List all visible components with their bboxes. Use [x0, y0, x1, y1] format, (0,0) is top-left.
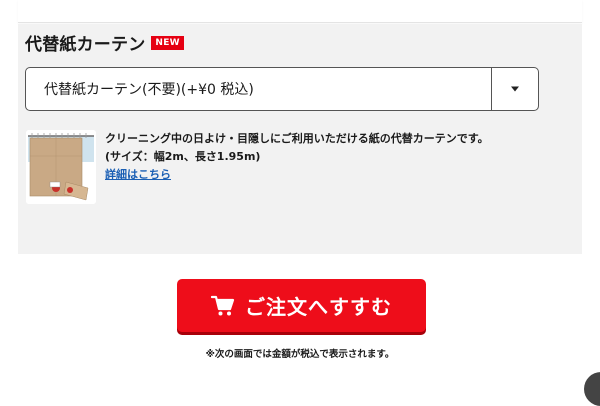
curtain-select[interactable]: 代替紙カーテン(不要)(+¥0 税込) — [25, 67, 539, 111]
size-text: (サイズ：幅2m、長さ1.95m) — [105, 150, 261, 163]
details-link[interactable]: 詳細はこちら — [105, 166, 171, 184]
cart-icon — [211, 295, 235, 315]
section-title: 代替紙カーテン — [25, 35, 146, 55]
proceed-to-order-button[interactable]: ご注文へすすむ — [177, 279, 426, 332]
top-strip — [18, 0, 582, 23]
new-badge: NEW — [151, 35, 184, 50]
curtain-illustration — [26, 130, 96, 204]
chevron-down-icon — [511, 86, 519, 92]
paper-curtain-image — [26, 130, 96, 204]
select-arrow-button[interactable] — [491, 68, 538, 110]
curtain-select-value: 代替紙カーテン(不要)(+¥0 税込) — [44, 82, 254, 98]
bottom-strip — [0, 372, 600, 400]
product-description: クリーニング中の日よけ・目隠しにご利用いただける紙の代替カーテンです。 (サイズ… — [105, 130, 545, 184]
order-button-label: ご注文へすすむ — [245, 295, 392, 319]
tax-note: ※次の画面では金額が税込で表示されます。 — [205, 349, 395, 360]
description-text: クリーニング中の日よけ・目隠しにご利用いただける紙の代替カーテンです。 — [105, 132, 489, 145]
section-header: 代替紙カーテン NEW — [25, 30, 184, 55]
